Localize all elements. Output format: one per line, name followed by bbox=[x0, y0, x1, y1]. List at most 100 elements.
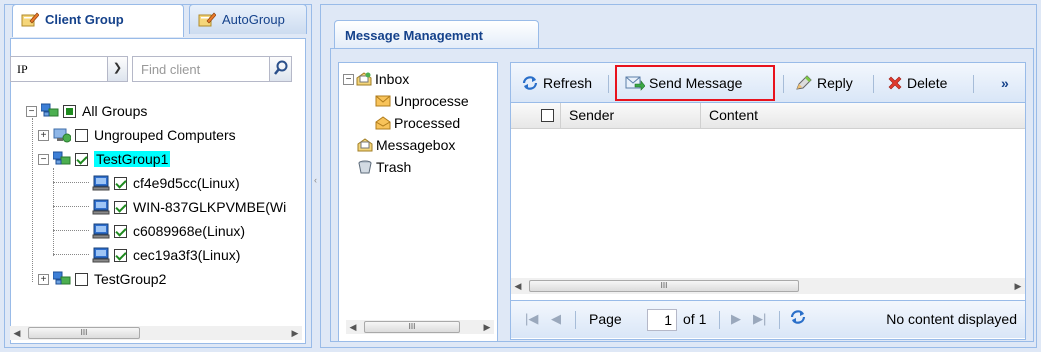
scroll-thumb[interactable]: III bbox=[529, 280, 799, 292]
computer-group-icon bbox=[41, 103, 59, 117]
client-label: WIN-837GLKPVMBE(Wi bbox=[133, 199, 287, 215]
client-filter-bar: IP ❯ Find client bbox=[10, 56, 303, 86]
all-groups-label: All Groups bbox=[82, 103, 148, 119]
testgroup1-label: TestGroup1 bbox=[94, 151, 171, 167]
search-icon[interactable] bbox=[269, 57, 291, 81]
ungrouped-computers-checkbox[interactable] bbox=[75, 128, 88, 142]
message-folder-tree: − Inbox Unprocesse Processed Messagebox bbox=[338, 62, 498, 342]
folder-messagebox[interactable]: Messagebox bbox=[357, 135, 455, 155]
page-label: Page bbox=[589, 311, 622, 327]
testgroup2-label: TestGroup2 bbox=[94, 271, 167, 287]
group-edit-icon bbox=[198, 12, 216, 27]
ungrouped-computers-label: Ungrouped Computers bbox=[94, 127, 236, 143]
folder-unprocessed[interactable]: Unprocesse bbox=[375, 91, 469, 111]
folder-processed[interactable]: Processed bbox=[375, 113, 460, 133]
tree-node-client[interactable]: c6089968e(Linux) bbox=[92, 220, 245, 242]
testgroup1-checkbox[interactable] bbox=[75, 152, 88, 166]
column-content-label: Content bbox=[709, 107, 759, 123]
folder-trash[interactable]: Trash bbox=[357, 157, 411, 177]
message-toolbar: Refresh Send Message Reply Delete » bbox=[511, 63, 1025, 103]
column-header-content[interactable]: Content bbox=[701, 103, 1025, 129]
testgroup2-checkbox[interactable] bbox=[75, 272, 88, 286]
all-groups-checkbox[interactable] bbox=[63, 104, 76, 118]
grid-horizontal-scrollbar[interactable]: ◀ III ▶ bbox=[511, 278, 1025, 294]
column-header-sender[interactable]: Sender bbox=[561, 103, 701, 129]
last-page-icon[interactable]: ▶| bbox=[753, 311, 766, 327]
filter-type-value: IP bbox=[17, 62, 28, 76]
tree-node-client[interactable]: WIN-837GLKPVMBE(Wi bbox=[92, 196, 286, 218]
refresh-label: Refresh bbox=[543, 75, 593, 91]
computer-icon bbox=[92, 247, 110, 263]
tab-client-group[interactable]: Client Group bbox=[12, 4, 184, 37]
scroll-right-icon[interactable]: ▶ bbox=[480, 320, 494, 334]
trash-icon bbox=[358, 160, 372, 174]
inbox-icon bbox=[356, 72, 372, 86]
more-toolbar-button[interactable]: » bbox=[997, 71, 1013, 95]
scroll-thumb[interactable]: III bbox=[364, 321, 460, 333]
reply-button[interactable]: Reply bbox=[791, 71, 857, 95]
paging-toolbar: |◀ ◀ Page 1 of 1 ▶ ▶| No content display… bbox=[511, 300, 1025, 338]
panel-splitter[interactable]: ‹ bbox=[314, 175, 319, 195]
client-checkbox[interactable] bbox=[114, 248, 127, 262]
first-page-icon[interactable]: |◀ bbox=[525, 311, 538, 327]
tree-node-client[interactable]: cf4e9d5cc(Linux) bbox=[92, 172, 240, 194]
scroll-left-icon[interactable]: ◀ bbox=[511, 279, 525, 293]
scroll-right-icon[interactable]: ▶ bbox=[288, 326, 302, 340]
client-checkbox[interactable] bbox=[114, 176, 127, 190]
client-label: cf4e9d5cc(Linux) bbox=[133, 175, 240, 191]
tree-node-ungrouped-computers[interactable]: + Ungrouped Computers bbox=[38, 124, 236, 146]
reply-label: Reply bbox=[817, 75, 853, 91]
expand-icon[interactable]: + bbox=[38, 129, 49, 141]
client-checkbox[interactable] bbox=[114, 224, 127, 238]
open-envelope-icon bbox=[375, 116, 391, 130]
message-grid-header: Sender Content bbox=[511, 103, 1025, 129]
folder-inbox-label: Inbox bbox=[375, 71, 410, 87]
scroll-thumb[interactable]: III bbox=[28, 327, 140, 339]
scroll-right-icon[interactable]: ▶ bbox=[1011, 279, 1025, 293]
tree-node-testgroup2[interactable]: + TestGroup2 bbox=[38, 268, 166, 290]
tab-client-group-label: Client Group bbox=[45, 12, 124, 27]
collapse-icon[interactable]: − bbox=[343, 73, 354, 85]
delete-button[interactable]: Delete bbox=[883, 71, 951, 95]
filter-type-select[interactable]: IP ❯ bbox=[10, 56, 128, 82]
collapse-icon[interactable]: − bbox=[38, 153, 49, 165]
computer-group-icon bbox=[53, 271, 71, 285]
tree-node-testgroup1[interactable]: − TestGroup1 bbox=[38, 148, 171, 170]
client-label: c6089968e(Linux) bbox=[133, 223, 246, 239]
delete-label: Delete bbox=[907, 75, 948, 91]
folder-messagebox-label: Messagebox bbox=[376, 137, 456, 153]
page-number-input[interactable]: 1 bbox=[647, 309, 677, 331]
reply-icon bbox=[796, 75, 812, 90]
pager-refresh-icon[interactable] bbox=[789, 309, 807, 328]
tree-node-all-groups[interactable]: − All Groups bbox=[26, 100, 147, 122]
find-client-input[interactable]: Find client bbox=[132, 56, 292, 82]
tab-autogroup[interactable]: AutoGroup bbox=[189, 4, 307, 34]
delete-icon bbox=[888, 76, 902, 90]
collapse-icon[interactable]: − bbox=[26, 105, 37, 117]
select-all-checkbox[interactable] bbox=[541, 109, 554, 122]
scroll-left-icon[interactable]: ◀ bbox=[346, 320, 360, 334]
tab-message-management-label: Message Management bbox=[345, 28, 483, 43]
folder-trash-label: Trash bbox=[376, 159, 412, 175]
envelope-icon bbox=[375, 95, 391, 107]
tree-node-client[interactable]: cec19a3f3(Linux) bbox=[92, 244, 240, 266]
expand-icon[interactable]: + bbox=[38, 273, 49, 285]
find-client-placeholder: Find client bbox=[141, 62, 201, 77]
tab-autogroup-label: AutoGroup bbox=[222, 12, 285, 27]
client-checkbox[interactable] bbox=[114, 200, 127, 214]
folder-inbox[interactable]: − Inbox bbox=[343, 69, 409, 89]
select-all-cell[interactable] bbox=[511, 103, 561, 129]
scroll-left-icon[interactable]: ◀ bbox=[10, 326, 24, 340]
folder-processed-label: Processed bbox=[394, 115, 461, 131]
send-message-highlight bbox=[615, 65, 775, 101]
previous-page-icon[interactable]: ◀ bbox=[551, 311, 561, 327]
folder-horizontal-scrollbar[interactable]: ◀ III ▶ bbox=[346, 320, 494, 334]
tree-horizontal-scrollbar[interactable]: ◀ III ▶ bbox=[10, 326, 302, 340]
refresh-button[interactable]: Refresh bbox=[517, 71, 596, 95]
more-toolbar-label: » bbox=[1001, 75, 1009, 91]
next-page-icon[interactable]: ▶ bbox=[731, 311, 741, 327]
folder-unprocessed-label: Unprocesse bbox=[394, 93, 469, 109]
tab-message-management[interactable]: Message Management bbox=[334, 20, 539, 48]
chevron-down-icon[interactable]: ❯ bbox=[107, 57, 127, 81]
client-label: cec19a3f3(Linux) bbox=[133, 247, 241, 263]
